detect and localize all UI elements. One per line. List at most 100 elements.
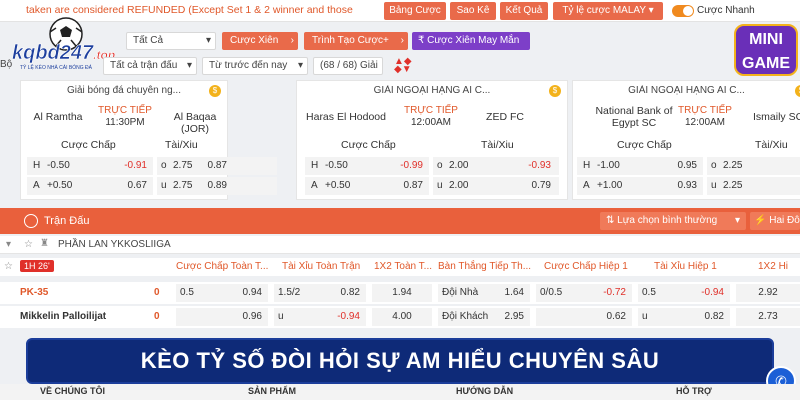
odds-cell[interactable]: 0.96 xyxy=(176,308,268,326)
odds-value: 0.79 xyxy=(531,180,551,191)
odds-line: -0.50 xyxy=(47,160,70,171)
coin-icon[interactable]: $ xyxy=(209,85,221,97)
odds-value: 0.62 xyxy=(606,311,626,322)
live-time-badge: 1H 26' xyxy=(20,260,54,272)
odds-cell[interactable]: 1.5/2 0.82 xyxy=(274,284,366,302)
odds-line: 0.5 xyxy=(642,287,656,298)
partial-label: Bộ xyxy=(0,59,13,70)
odds-cell[interactable]: 2.92 xyxy=(736,284,800,302)
column-header: 1X2 Toàn T... xyxy=(374,261,433,272)
handicap-away-odds[interactable]: A +0.50 0.87 xyxy=(305,177,429,195)
odds-value: 0.82 xyxy=(704,311,724,322)
handicap-home-odds[interactable]: H -0.50 -0.91 xyxy=(27,157,153,175)
over-odds[interactable]: o 2.00 -0.93 xyxy=(433,157,559,175)
odds-line: Đội Nhà xyxy=(442,287,479,298)
odds-cell[interactable]: 0.62 xyxy=(536,308,632,326)
match-filter-select[interactable]: Tất cả trận đấu ▾ xyxy=(103,57,197,75)
odds-format-select[interactable]: Tỷ lệ cược MALAY ▾ xyxy=(553,2,663,20)
lucky-parlay-button[interactable]: ₹ Cược Xiên May Mắn xyxy=(412,32,530,50)
odds-line: +1.00 xyxy=(597,180,623,191)
ou-header: Tài/Xiu xyxy=(481,139,514,151)
statement-button[interactable]: Sao Kê xyxy=(450,2,496,20)
over-odds[interactable]: o 2.75 0.87 xyxy=(157,157,277,175)
odds-value: 0.67 xyxy=(127,180,147,191)
star-icon[interactable]: ☆ xyxy=(24,239,33,250)
live-match-card[interactable]: GIẢI NGOẠI HẠNG AI C... $ National Bank … xyxy=(572,80,800,200)
chevron-down-icon: ▾ xyxy=(734,215,740,226)
chevron-down-icon: ▾ xyxy=(297,60,303,71)
odds-line: -0.50 xyxy=(325,160,348,171)
odds-line: u xyxy=(278,311,284,322)
doubles-button[interactable]: ⚡ Hai Đô xyxy=(750,212,800,230)
odds-cell[interactable]: 1.94 xyxy=(372,284,432,302)
odds-line: +0.50 xyxy=(47,180,73,191)
table-row: Mikkelin Palloilijat 0 0.96 u -0.94 4.00 … xyxy=(0,306,800,328)
coin-icon[interactable]: $ xyxy=(795,85,800,97)
results-button[interactable]: Kết Quả xyxy=(500,2,548,20)
odds-cell[interactable]: Đội Nhà 1.64 xyxy=(438,284,530,302)
odds-side: o xyxy=(437,160,443,171)
sort-mode-label: Lựa chọn bình thường xyxy=(617,215,718,226)
sport-select[interactable]: Tất Cả ▾ xyxy=(126,32,216,50)
odds-format-label: Tỷ lệ cược MALAY xyxy=(562,5,646,16)
odds-line: 2.00 xyxy=(449,180,469,191)
odds-side: u xyxy=(437,180,443,191)
sort-select[interactable]: Từ trước đến nay ▾ xyxy=(202,57,308,75)
under-odds[interactable]: u 2.00 0.79 xyxy=(433,177,559,195)
bolt-icon: ⚡ xyxy=(754,215,770,226)
odds-cell[interactable]: 4.00 xyxy=(372,308,432,326)
quick-bet-label: Cược Nhanh xyxy=(697,5,755,16)
footer-link[interactable]: VỀ CHÚNG TÔI xyxy=(40,386,105,396)
under-odds[interactable]: u 2.75 0.89 xyxy=(157,177,277,195)
odds-cell[interactable]: 0.5 -0.94 xyxy=(638,284,730,302)
away-team: Mikkelin Palloilijat xyxy=(20,311,107,322)
ou-header: Tài/Xiu xyxy=(165,139,198,151)
live-status: TRỰC TIẾP 11:30PM xyxy=(85,105,165,129)
parlay-button[interactable]: Cược Xiên › xyxy=(222,32,298,50)
league-count-select[interactable]: (68 / 68) Giải xyxy=(313,57,383,75)
sport-select-label: Tất Cả xyxy=(133,35,164,46)
handicap-away-odds[interactable]: A +1.00 0.93 xyxy=(577,177,703,195)
odds-cell[interactable]: 0/0.5 -0.72 xyxy=(536,284,632,302)
odds-line: u xyxy=(642,311,648,322)
column-header: Tài Xỉu Hiệp 1 xyxy=(654,261,717,272)
market-header-row: ☆ 1H 26' Cược Chấp Toàn T... Tài Xỉu Toà… xyxy=(0,258,800,276)
league-name: PHẦN LAN YKKOSLIIGA xyxy=(58,239,171,250)
match-time: 12:00AM xyxy=(410,117,452,128)
handicap-home-odds[interactable]: H -1.00 0.95 xyxy=(577,157,703,175)
sort-arrows-icon[interactable]: ▲◆ ◆▼ xyxy=(394,57,412,75)
star-icon[interactable]: ☆ xyxy=(4,261,13,272)
over-odds[interactable]: o 2.25 xyxy=(707,157,800,175)
odds-value: -0.94 xyxy=(337,311,360,322)
odds-value: -0.72 xyxy=(603,287,626,298)
odds-side: u xyxy=(711,180,717,191)
footer-link[interactable]: HƯỚNG DẪN xyxy=(456,386,513,396)
bet-builder-button[interactable]: Trình Tạo Cược+ › xyxy=(304,32,408,50)
odds-cell[interactable]: u 0.82 xyxy=(638,308,730,326)
column-header: Tài Xỉu Toàn Trận xyxy=(282,261,361,272)
odds-value: 0.96 xyxy=(242,311,262,322)
live-match-card[interactable]: Giải bóng đá chuyên ng... $ Al Ramtha TR… xyxy=(20,80,277,200)
bet-list-button[interactable]: Bảng Cược xyxy=(384,2,446,20)
minigame-logo[interactable]: MINI GAME xyxy=(734,24,798,76)
home-team: Al Ramtha xyxy=(33,111,83,123)
card-league: Giải bóng đá chuyên ng... xyxy=(67,85,181,96)
handicap-away-odds[interactable]: A +0.50 0.67 xyxy=(27,177,153,195)
quick-bet-toggle[interactable] xyxy=(672,5,694,17)
sort-mode-select[interactable]: ⇅ Lựa chọn bình thường ▾ xyxy=(600,212,746,230)
collapse-icon[interactable]: ▾ xyxy=(6,239,11,250)
handicap-home-odds[interactable]: H -0.50 -0.99 xyxy=(305,157,429,175)
match-time: 11:30PM xyxy=(105,117,145,128)
footer-link[interactable]: HỖ TRỢ xyxy=(676,386,712,396)
odds-cell[interactable]: 0.5 0.94 xyxy=(176,284,268,302)
away-score: 0 xyxy=(154,311,160,322)
logo-tagline: TỶ LỆ KÈO NHÀ CÁI BÓNG ĐÁ xyxy=(20,65,92,71)
odds-cell[interactable]: u -0.94 xyxy=(274,308,366,326)
footer-link[interactable]: SẢN PHẨM xyxy=(248,386,296,396)
odds-cell[interactable]: Đội Khách 2.95 xyxy=(438,308,530,326)
odds-cell[interactable]: 2.73 xyxy=(736,308,800,326)
coin-icon[interactable]: $ xyxy=(549,85,561,97)
card-league: GIẢI NGOẠI HẠNG AI C... xyxy=(628,85,745,96)
live-match-card[interactable]: GIẢI NGOẠI HẠNG AI C... $ Haras El Hodoo… xyxy=(296,80,568,200)
under-odds[interactable]: u 2.25 xyxy=(707,177,800,195)
